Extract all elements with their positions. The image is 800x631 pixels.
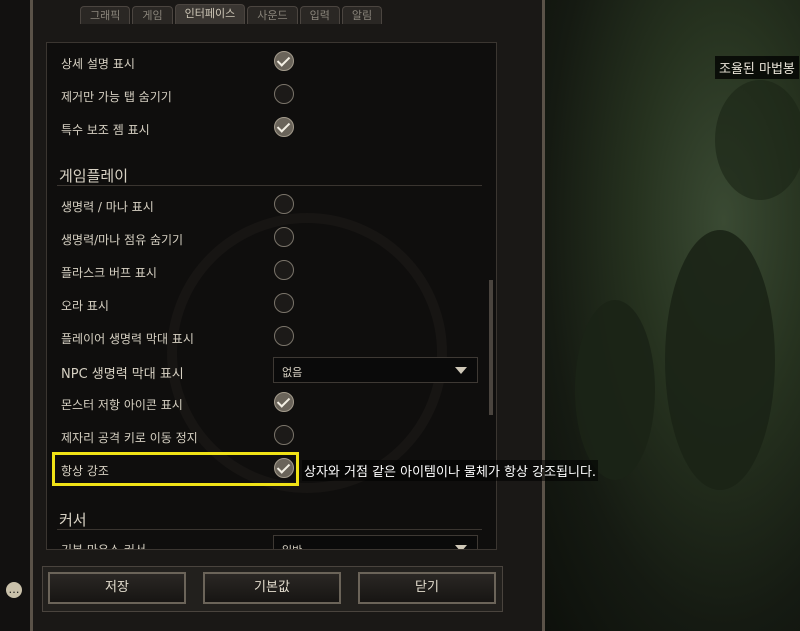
setting-label: 제자리 공격 키로 이동 정지 [61, 431, 198, 445]
setting-row-detailed-desc: 상세 설명 표시 [47, 46, 482, 79]
checkbox-stop-move-attack[interactable] [274, 425, 294, 445]
section-title-gameplay: 게임플레이 [59, 167, 129, 185]
section-divider [57, 185, 482, 186]
highlight-frame [52, 452, 299, 486]
setting-row-npc-life-bar: NPC 생명력 막대 표시 없음 [47, 354, 482, 387]
setting-label: 특수 보조 젬 표시 [61, 123, 150, 137]
tab-interface[interactable]: 인터페이스 [174, 4, 246, 24]
setting-label: 플레이어 생명력 막대 표시 [61, 332, 194, 346]
setting-row-monster-resist: 몬스터 저항 아이콘 표시 [47, 387, 482, 420]
setting-label: 생명력 / 마나 표시 [61, 200, 154, 214]
setting-row-hide-reserved: 생명력/마나 점유 숨기기 [47, 222, 482, 255]
setting-row-hide-removable-tab: 제거만 가능 탭 숨기기 [47, 79, 482, 112]
checkbox-player-life-bar[interactable] [274, 326, 294, 346]
checkbox-hide-removable-tab[interactable] [274, 84, 294, 104]
chevron-down-icon [455, 545, 467, 549]
game-world-view [545, 0, 800, 631]
setting-row-player-life-bar: 플레이어 생명력 막대 표시 [47, 321, 482, 354]
setting-label: 플라스크 버프 표시 [61, 266, 157, 280]
npc-life-bar-dropdown[interactable]: 없음 [273, 357, 478, 383]
default-button[interactable]: 기본값 [203, 572, 341, 604]
checkbox-hide-reserved[interactable] [274, 227, 294, 247]
tab-notifications[interactable]: 알림 [341, 6, 383, 24]
setting-tooltip: 상자와 거점 같은 아이템이나 물체가 항상 강조됩니다. [302, 460, 599, 481]
checkbox-flask-buff[interactable] [274, 260, 294, 280]
cursor-dropdown[interactable]: 일반 [273, 535, 478, 549]
dropdown-value: 없음 [282, 366, 303, 379]
left-hud-strip [0, 0, 30, 631]
world-item-label[interactable]: 조율된 마법봉 [715, 56, 799, 79]
close-button[interactable]: 닫기 [358, 572, 496, 604]
checkbox-monster-resist[interactable] [274, 392, 294, 412]
tab-game[interactable]: 게임 [132, 6, 173, 24]
tab-sound[interactable]: 사운드 [247, 6, 298, 24]
setting-row-aura: 오라 표시 [47, 288, 482, 321]
checkbox-special-support-gem[interactable] [274, 117, 294, 137]
checkbox-life-mana[interactable] [274, 194, 294, 214]
setting-row-life-mana: 생명력 / 마나 표시 [47, 189, 482, 222]
setting-label: 기본 마우스 커서 [61, 543, 146, 550]
chevron-down-icon [455, 367, 467, 374]
section-divider [57, 529, 482, 530]
tab-input[interactable]: 입력 [299, 6, 340, 24]
dropdown-value: 일반 [282, 542, 302, 549]
chat-icon[interactable]: … [6, 582, 22, 598]
setting-label: NPC 생명력 막대 표시 [61, 367, 184, 382]
checkbox-detailed-desc[interactable] [274, 51, 294, 71]
setting-label: 제거만 가능 탭 숨기기 [61, 90, 172, 104]
save-button[interactable]: 저장 [48, 572, 186, 604]
setting-row-cursor: 기본 마우스 커서 일반 [47, 532, 482, 550]
setting-label: 생명력/마나 점유 숨기기 [61, 233, 184, 247]
setting-label: 오라 표시 [61, 299, 109, 313]
section-title-cursor: 커서 [59, 511, 87, 529]
checkbox-aura[interactable] [274, 293, 294, 313]
setting-row-special-support-gem: 특수 보조 젬 표시 [47, 112, 482, 145]
options-tabs: 그래픽 게임 인터페이스 사운드 입력 알림 [80, 4, 383, 26]
tab-graphics[interactable]: 그래픽 [80, 6, 131, 24]
settings-scrollbar[interactable] [489, 280, 493, 415]
setting-label: 상세 설명 표시 [61, 57, 135, 71]
setting-row-flask-buff: 플라스크 버프 표시 [47, 255, 482, 288]
setting-row-stop-move-attack: 제자리 공격 키로 이동 정지 [47, 420, 482, 453]
setting-label: 몬스터 저항 아이콘 표시 [61, 398, 183, 412]
